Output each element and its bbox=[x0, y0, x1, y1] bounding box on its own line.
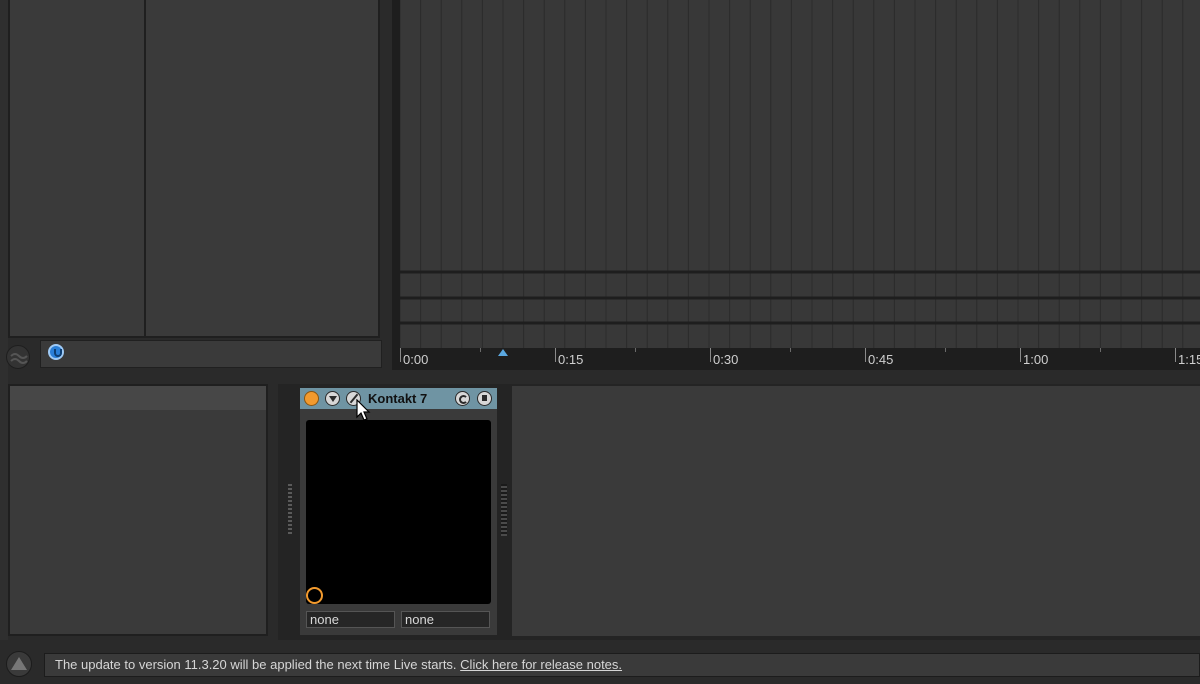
info-icon[interactable] bbox=[48, 344, 64, 360]
chain-grip-right-icon[interactable] bbox=[501, 484, 507, 536]
wave-icon[interactable] bbox=[6, 345, 30, 369]
device-name: Kontakt 7 bbox=[368, 391, 428, 406]
plugin-display bbox=[306, 420, 491, 604]
ruler-tick bbox=[790, 348, 791, 352]
ruler-tick bbox=[480, 348, 481, 352]
browser-panel[interactable] bbox=[8, 0, 380, 338]
playhead-marker-icon[interactable] bbox=[498, 349, 508, 356]
fold-icon[interactable] bbox=[325, 391, 340, 406]
release-notes-link[interactable]: Click here for release notes. bbox=[460, 657, 622, 672]
cycle-icon[interactable] bbox=[455, 391, 470, 406]
save-icon[interactable] bbox=[477, 391, 492, 406]
status-message-text: The update to version 11.3.20 will be ap… bbox=[55, 657, 457, 672]
arrangement-grid[interactable] bbox=[400, 0, 1200, 348]
warning-triangle-icon[interactable] bbox=[6, 651, 32, 677]
left-edge-strip bbox=[0, 0, 8, 640]
info-strip bbox=[40, 340, 382, 368]
ruler-tick bbox=[945, 348, 946, 352]
chain-grip-left-icon[interactable] bbox=[288, 484, 292, 536]
ruler-tick bbox=[635, 348, 636, 352]
ruler-label: 0:30 bbox=[709, 348, 739, 367]
browser-divider[interactable] bbox=[144, 0, 146, 338]
ruler-label: 1:15 bbox=[1174, 348, 1200, 367]
clip-detail-panel[interactable] bbox=[8, 384, 268, 636]
ruler-label: 0:15 bbox=[554, 348, 584, 367]
ruler-label: 0:00 bbox=[399, 348, 429, 367]
status-message: The update to version 11.3.20 will be ap… bbox=[55, 657, 622, 672]
mouse-cursor-icon bbox=[356, 399, 371, 421]
power-icon[interactable] bbox=[304, 391, 319, 406]
ruler-label: 1:00 bbox=[1019, 348, 1049, 367]
macro-select-right[interactable]: none bbox=[401, 611, 490, 628]
clip-detail-header bbox=[10, 386, 266, 410]
ruler-tick bbox=[1100, 348, 1101, 352]
macro-select-left[interactable]: none bbox=[306, 611, 395, 628]
ruler-label: 0:45 bbox=[864, 348, 894, 367]
device-drop-area[interactable] bbox=[512, 386, 1200, 636]
midi-indicator-icon bbox=[306, 587, 323, 604]
